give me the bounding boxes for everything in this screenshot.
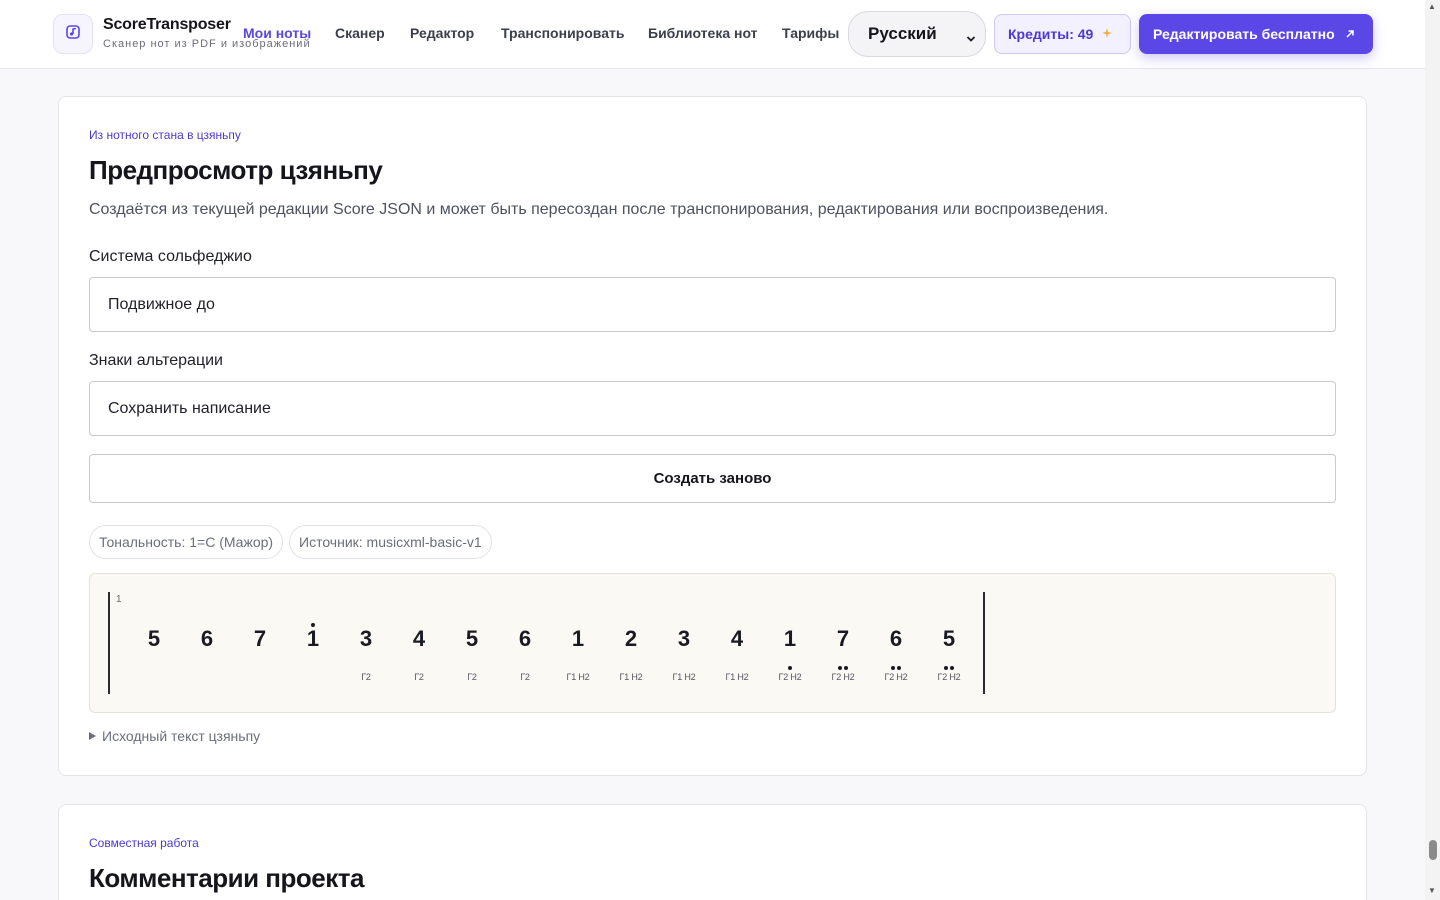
scroll-down-icon[interactable]: ▼ [1428, 886, 1436, 895]
note-annotation: Г1 Н2 [672, 672, 696, 682]
octave-down-dot [944, 666, 948, 670]
barline-end [983, 592, 985, 694]
jianpu-note[interactable]: 7 [245, 626, 275, 652]
jianpu-note[interactable]: 3 [351, 626, 381, 652]
octave-down-dot [950, 666, 954, 670]
octave-down-dots [838, 666, 848, 670]
nav-scanner[interactable]: Сканер [335, 25, 385, 41]
arrow-up-right-icon [1345, 26, 1355, 42]
nav-my-scores[interactable]: Мои ноты [243, 25, 311, 41]
note-annotation: Г2 Н2 [778, 672, 802, 682]
note-annotation: Г2 [414, 672, 424, 682]
note-annotation: Г2 [467, 672, 477, 682]
jianpu-note[interactable]: 5 [457, 626, 487, 652]
music-note-icon [65, 24, 81, 45]
section-eyebrow: Из нотного стана в цзяньпу [89, 128, 241, 142]
note-annotation: Г1 Н2 [725, 672, 749, 682]
comments-eyebrow: Совместная работа [89, 836, 199, 850]
section-description: Создаётся из текущей редакции Score JSON… [89, 201, 1109, 218]
note-annotation: Г1 Н2 [619, 672, 643, 682]
octave-down-dot [788, 666, 792, 670]
jianpu-note[interactable]: 1 [563, 626, 593, 652]
logo[interactable] [53, 14, 93, 54]
jianpu-note[interactable]: 1 [775, 626, 805, 652]
scroll-up-icon[interactable]: ▲ [1428, 2, 1436, 11]
scroll-thumb[interactable] [1429, 840, 1437, 860]
chevron-down-icon [966, 29, 976, 49]
barline-start [108, 592, 110, 694]
source-text-toggle[interactable]: Исходный текст цзяньпу [89, 728, 260, 744]
top-navbar: ScoreTransposer Сканер нот из PDF и изоб… [0, 0, 1425, 69]
source-chip: Источник: musicxml-basic-v1 [289, 525, 492, 559]
accidentals-value: Сохранить написание [108, 399, 271, 417]
brand-name[interactable]: ScoreTransposer [103, 16, 231, 34]
comments-title: Комментарии проекта [89, 863, 364, 893]
regenerate-button[interactable]: Создать заново [89, 454, 1336, 503]
octave-down-dot [897, 666, 901, 670]
jianpu-note[interactable]: 6 [510, 626, 540, 652]
source-text-label: Исходный текст цзяньпу [102, 728, 261, 744]
octave-down-dot [844, 666, 848, 670]
jianpu-note[interactable]: 5 [139, 626, 169, 652]
note-annotation: Г2 Н2 [937, 672, 961, 682]
jianpu-note[interactable]: 7 [828, 626, 858, 652]
measure-number: 1 [116, 594, 122, 605]
octave-down-dots [788, 666, 792, 670]
jianpu-note[interactable]: 2 [616, 626, 646, 652]
note-annotation: Г2 [361, 672, 371, 682]
note-annotation: Г1 Н2 [566, 672, 590, 682]
octave-down-dots [891, 666, 901, 670]
jianpu-preview-card: Из нотного стана в цзяньпу Предпросмотр … [58, 96, 1367, 776]
octave-up-dot [311, 623, 315, 627]
accidentals-label: Знаки альтерации [89, 352, 223, 369]
octave-down-dot [891, 666, 895, 670]
section-title: Предпросмотр цзяньпу [89, 155, 383, 185]
comments-card: Совместная работа Комментарии проекта [58, 804, 1367, 900]
solfege-label: Система сольфеджио [89, 248, 252, 265]
page-scrollbar[interactable]: ▲ ▼ [1425, 0, 1440, 900]
jianpu-note[interactable]: 6 [192, 626, 222, 652]
key-chip: Тональность: 1=C (Мажор) [89, 525, 284, 559]
octave-down-dot [838, 666, 842, 670]
note-annotation: Г2 [520, 672, 530, 682]
credits-label: Кредиты: 49 [1008, 26, 1094, 42]
jianpu-note[interactable]: 5 [934, 626, 964, 652]
nav-library[interactable]: Библиотека нот [648, 25, 758, 41]
language-value: Русский [868, 24, 937, 43]
note-annotation: Г2 Н2 [884, 672, 908, 682]
octave-down-dots [944, 666, 954, 670]
sparkle-icon [1101, 26, 1113, 42]
language-select[interactable]: Русский [848, 11, 986, 57]
note-annotation: Г2 Н2 [831, 672, 855, 682]
credits-button[interactable]: Кредиты: 49 [994, 14, 1131, 54]
jianpu-note[interactable]: 6 [881, 626, 911, 652]
nav-transpose[interactable]: Транспонировать [501, 25, 624, 41]
triangle-right-icon [89, 732, 96, 740]
jianpu-note[interactable]: 3 [669, 626, 699, 652]
jianpu-notation: 1 5 6 7 1 3 Г2 4 Г2 5 Г2 6 Г2 1 Г1 Н2 2 Г1 Н2 3 Г1 Н2 4 Г1 … [89, 573, 1336, 713]
jianpu-note[interactable]: 4 [722, 626, 752, 652]
solfege-value: Подвижное до [108, 295, 215, 313]
jianpu-note[interactable]: 4 [404, 626, 434, 652]
jianpu-note[interactable]: 1 [298, 626, 328, 652]
nav-editor[interactable]: Редактор [410, 25, 474, 41]
nav-pricing[interactable]: Тарифы [782, 25, 839, 41]
solfege-select[interactable]: Подвижное до [89, 277, 1336, 332]
edit-free-button[interactable]: Редактировать бесплатно [1139, 14, 1373, 54]
accidentals-select[interactable]: Сохранить написание [89, 381, 1336, 436]
cta-label: Редактировать бесплатно [1153, 26, 1335, 42]
